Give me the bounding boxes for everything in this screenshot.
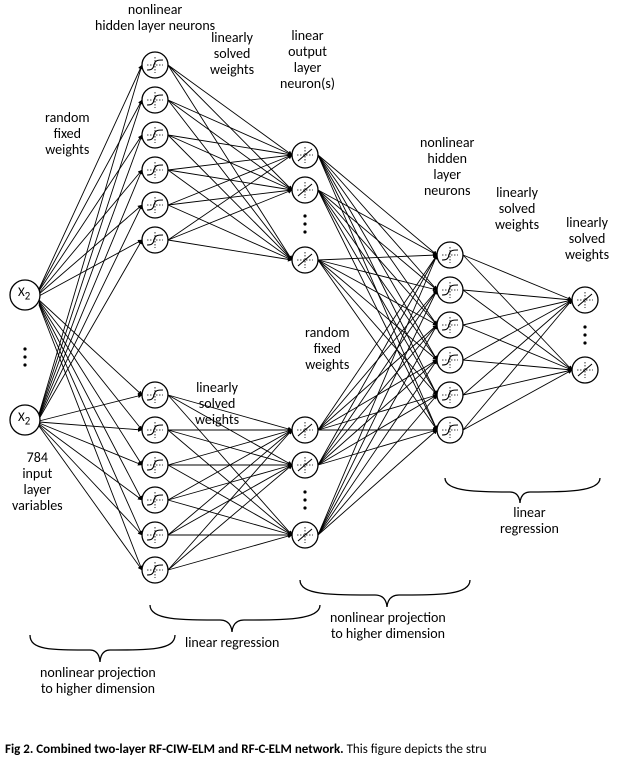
label-linearly-solved-2: linearly solved weights bbox=[495, 185, 539, 233]
dots-icon bbox=[23, 347, 26, 366]
label-input-vars: 784 input layer variables bbox=[12, 450, 63, 514]
label-nonlinear-proj-2: nonlinear projection to higher dimension bbox=[330, 610, 446, 642]
label-random-fixed-1: random fixed weights bbox=[45, 110, 90, 158]
label-linearly-solved-3: linearly solved weights bbox=[565, 215, 609, 263]
label-nonlinear-hidden-1: nonlinear hidden layer neurons bbox=[95, 2, 215, 34]
label-linear-regression-1: linear regression bbox=[500, 505, 559, 537]
caption-tail: This figure depicts the stru bbox=[344, 742, 487, 757]
label-linearly-solved-4: linearly solved weights bbox=[195, 380, 239, 428]
input-node-label: X2 bbox=[18, 411, 30, 428]
input-node-label: X2 bbox=[18, 286, 30, 303]
label-random-fixed-2: random fixed weights bbox=[305, 325, 350, 373]
label-nonlinear-hidden-2: nonlinear hidden layer neurons bbox=[420, 135, 474, 199]
figure-caption: Fig 2. Combined two-layer RF-CIW-ELM and… bbox=[5, 742, 640, 757]
label-linear-regression-2: linear regression bbox=[185, 635, 279, 651]
label-linear-output-1: linear output layer neuron(s) bbox=[280, 28, 335, 92]
label-nonlinear-proj-1: nonlinear projection to higher dimension bbox=[40, 665, 156, 697]
diagram-canvas: X2 X2 nonlinear hidden layer neurons lin… bbox=[0, 0, 640, 764]
caption-bold: Fig 2. Combined two-layer RF-CIW-ELM and… bbox=[5, 742, 344, 757]
network-svg bbox=[0, 0, 640, 764]
label-linearly-solved-1: linearly solved weights bbox=[210, 30, 254, 78]
